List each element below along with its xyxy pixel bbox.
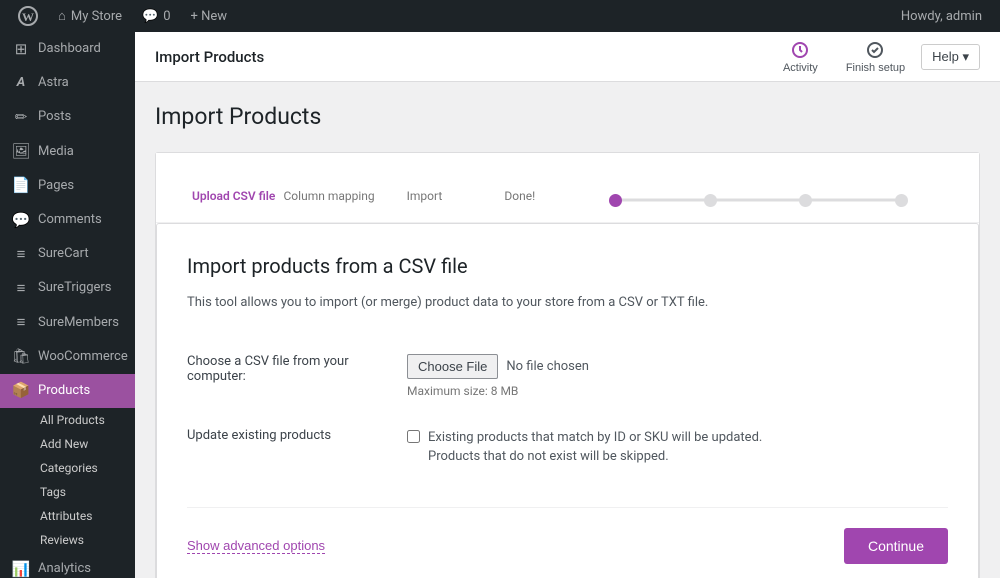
sidebar-item-surecart[interactable]: ≡ SureCart: [0, 237, 135, 271]
surecart-icon: ≡: [12, 245, 30, 263]
suremembers-icon: ≡: [12, 314, 30, 332]
admin-bar: W ⌂ My Store 💬 0 + New Howdy, admin: [0, 0, 1000, 32]
activity-icon: [790, 40, 810, 60]
update-checkbox[interactable]: [407, 430, 420, 443]
wp-logo-link[interactable]: W: [8, 0, 48, 32]
help-label: Help ▾: [932, 49, 969, 65]
checkbox-wrap: Existing products that match by ID or SK…: [407, 428, 948, 467]
sidebar: ⊞ Dashboard A Astra ✏ Posts 🖼 Media 📄 Pa…: [0, 32, 135, 578]
page-title: Import Products: [155, 102, 980, 132]
sidebar-item-posts[interactable]: ✏ Posts: [0, 100, 135, 134]
card-heading: Import products from a CSV file: [187, 254, 948, 278]
show-advanced-button[interactable]: Show advanced options: [187, 538, 325, 554]
sidebar-item-suremembers[interactable]: ≡ SureMembers: [0, 306, 135, 340]
sidebar-label-analytics: Analytics: [38, 560, 91, 578]
finish-setup-button[interactable]: Finish setup: [834, 36, 917, 78]
sidebar-label-products: Products: [38, 382, 90, 400]
sidebar-label-media: Media: [38, 143, 74, 161]
comments-count: 0: [163, 9, 170, 24]
file-label: Choose a CSV file from your computer:: [187, 354, 349, 384]
sidebar-label-dashboard: Dashboard: [38, 40, 101, 58]
pages-icon: 📄: [12, 177, 30, 195]
sidebar-label-woocommerce: WooCommerce: [38, 348, 128, 366]
new-content-link[interactable]: + New: [181, 0, 238, 32]
sidebar-label-pages: Pages: [38, 177, 74, 195]
sidebar-item-astra[interactable]: A Astra: [0, 66, 135, 100]
comments-link[interactable]: 💬 0: [132, 0, 181, 32]
suretriggers-icon: ≡: [12, 279, 30, 297]
store-name: My Store: [71, 9, 122, 24]
choose-file-button[interactable]: Choose File: [407, 354, 498, 379]
sidebar-submenu-all-products[interactable]: All Products: [0, 408, 135, 432]
finish-setup-icon: [865, 40, 885, 60]
dashboard-icon: ⊞: [12, 40, 30, 58]
sidebar-label-comments: Comments: [38, 211, 102, 229]
sidebar-item-comments[interactable]: 💬 Comments: [0, 203, 135, 237]
file-input-wrap: Choose File No file chosen: [407, 354, 948, 379]
page-header-bar: Import Products Activity Finish setup He…: [135, 32, 1000, 82]
step4-label: Done!: [504, 189, 535, 203]
form-footer: Show advanced options Continue: [187, 507, 948, 564]
sidebar-submenu-tags[interactable]: Tags: [0, 480, 135, 504]
sidebar-submenu-attributes[interactable]: Attributes: [0, 504, 135, 528]
header-actions: Activity Finish setup Help ▾: [771, 36, 980, 78]
svg-text:W: W: [22, 10, 34, 24]
help-button[interactable]: Help ▾: [921, 44, 980, 70]
step1-label: Upload CSV file: [192, 189, 275, 203]
no-file-text: No file chosen: [506, 359, 589, 374]
media-icon: 🖼: [12, 143, 30, 161]
posts-icon: ✏: [12, 108, 30, 126]
sidebar-submenu-reviews[interactable]: Reviews: [0, 528, 135, 552]
page-wrap: Import Products Upload CSV file Column m…: [135, 82, 1000, 578]
import-container: Upload CSV file Column mapping Import Do…: [155, 152, 980, 578]
card-description: This tool allows you to import (or merge…: [187, 293, 747, 314]
step3-dot: [799, 194, 812, 207]
main-content: Import Products Activity Finish setup He…: [135, 32, 1000, 578]
page-header-title: Import Products: [155, 48, 264, 66]
woocommerce-icon: 🛍: [12, 348, 30, 366]
sidebar-item-products[interactable]: 📦 Products: [0, 374, 135, 408]
sidebar-item-media[interactable]: 🖼 Media: [0, 135, 135, 169]
import-card: Import products from a CSV file This too…: [156, 223, 979, 578]
comments-sidebar-icon: 💬: [12, 211, 30, 229]
sidebar-label-astra: Astra: [38, 74, 69, 92]
sidebar-item-suretriggers[interactable]: ≡ SureTriggers: [0, 271, 135, 305]
sidebar-item-dashboard[interactable]: ⊞ Dashboard: [0, 32, 135, 66]
checkbox-description: Existing products that match by ID or SK…: [428, 428, 808, 467]
step4-dot: [895, 194, 908, 207]
import-form-table: Choose a CSV file from your computer: Ch…: [187, 339, 948, 482]
step2-label: Column mapping: [284, 189, 375, 203]
sidebar-submenu-categories[interactable]: Categories: [0, 456, 135, 480]
astra-icon: A: [12, 74, 30, 92]
activity-button[interactable]: Activity: [771, 36, 830, 78]
finish-setup-label: Finish setup: [846, 62, 905, 74]
sidebar-item-pages[interactable]: 📄 Pages: [0, 169, 135, 203]
continue-button[interactable]: Continue: [844, 528, 948, 564]
file-row: Choose a CSV file from your computer: Ch…: [187, 339, 948, 413]
step3-label: Import: [407, 189, 443, 203]
comments-icon: 💬: [142, 9, 158, 24]
step1-dot: [609, 194, 622, 207]
analytics-icon: 📊: [12, 560, 30, 578]
sidebar-item-analytics[interactable]: 📊 Analytics: [0, 552, 135, 578]
sidebar-label-suremembers: SureMembers: [38, 314, 119, 332]
howdy-text: Howdy, admin: [891, 9, 992, 24]
activity-label: Activity: [783, 62, 818, 74]
sidebar-label-suretriggers: SureTriggers: [38, 279, 112, 297]
sidebar-item-woocommerce[interactable]: 🛍 WooCommerce: [0, 340, 135, 374]
sidebar-label-posts: Posts: [38, 108, 71, 126]
update-row: Update existing products Existing produc…: [187, 413, 948, 482]
sidebar-submenu-add-new[interactable]: Add New: [0, 432, 135, 456]
my-store-link[interactable]: ⌂ My Store: [48, 0, 132, 32]
step2-dot: [704, 194, 717, 207]
max-size-text: Maximum size: 8 MB: [407, 384, 948, 398]
sidebar-label-surecart: SureCart: [38, 245, 89, 263]
new-label: + New: [191, 9, 228, 24]
steps-track: Upload CSV file Column mapping Import Do…: [186, 168, 949, 222]
update-label: Update existing products: [187, 428, 331, 443]
products-icon: 📦: [12, 382, 30, 400]
home-icon: ⌂: [58, 8, 66, 24]
